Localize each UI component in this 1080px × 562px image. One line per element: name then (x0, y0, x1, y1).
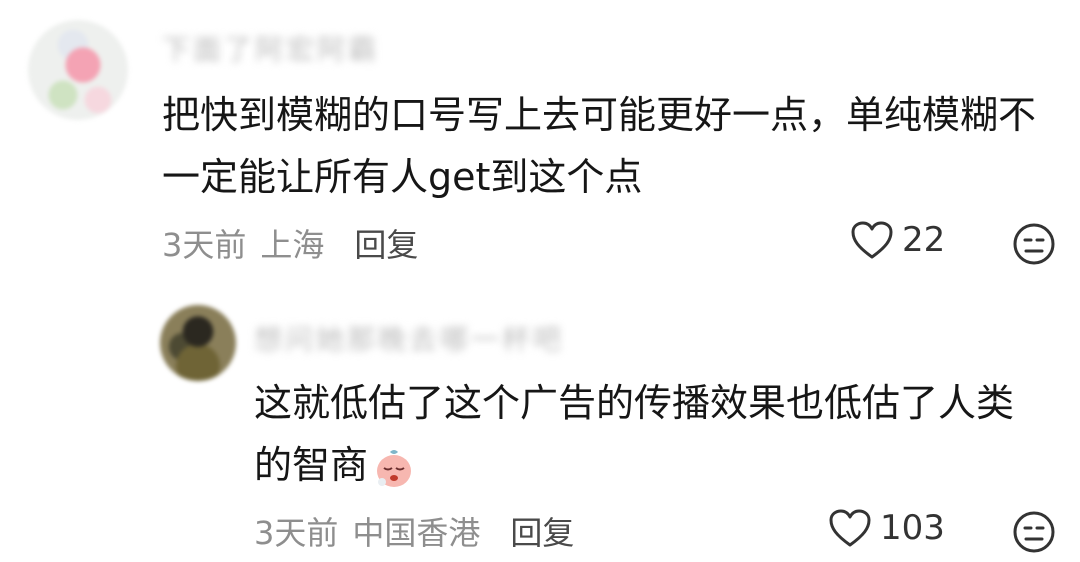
comment-text: 把快到模糊的口号写上去可能更好一点，单纯模糊不一定能让所有人get到这个点 (162, 93, 1037, 199)
comment-location: 中国香港 (352, 514, 481, 552)
like-button[interactable]: 22 (850, 220, 945, 260)
like-count: 22 (902, 220, 946, 260)
avatar[interactable] (160, 305, 236, 381)
comment-location: 上海 (260, 226, 325, 264)
reply-button[interactable]: 回复 (510, 508, 574, 554)
like-count: 103 (880, 508, 945, 548)
like-button[interactable]: 103 (828, 508, 945, 548)
comment-time: 3天前 (162, 226, 247, 264)
username[interactable]: 想问她那晚去哪一杯吧 (254, 318, 564, 358)
comment-text-body: 这就低估了这个广告的传播效果也低估了人类的智商 (254, 381, 1015, 487)
avatar[interactable] (28, 20, 128, 120)
comment-meta: 3天前 中国香港 回复 (254, 508, 574, 554)
reply-button[interactable]: 回复 (354, 220, 418, 266)
comment-text: 这就低估了这个广告的传播效果也低估了人类的智商 (254, 372, 1044, 496)
comment-meta: 3天前 上海 回复 (162, 220, 418, 266)
username[interactable]: 下面了阿宏阿霸 (162, 28, 379, 68)
meh-face-icon[interactable] (1012, 510, 1056, 554)
crying-face-emoji (377, 449, 412, 487)
heart-outline-icon (829, 509, 871, 547)
heart-outline-icon (851, 221, 893, 259)
meh-face-icon[interactable] (1012, 222, 1056, 266)
comment-time: 3天前 (254, 514, 339, 552)
